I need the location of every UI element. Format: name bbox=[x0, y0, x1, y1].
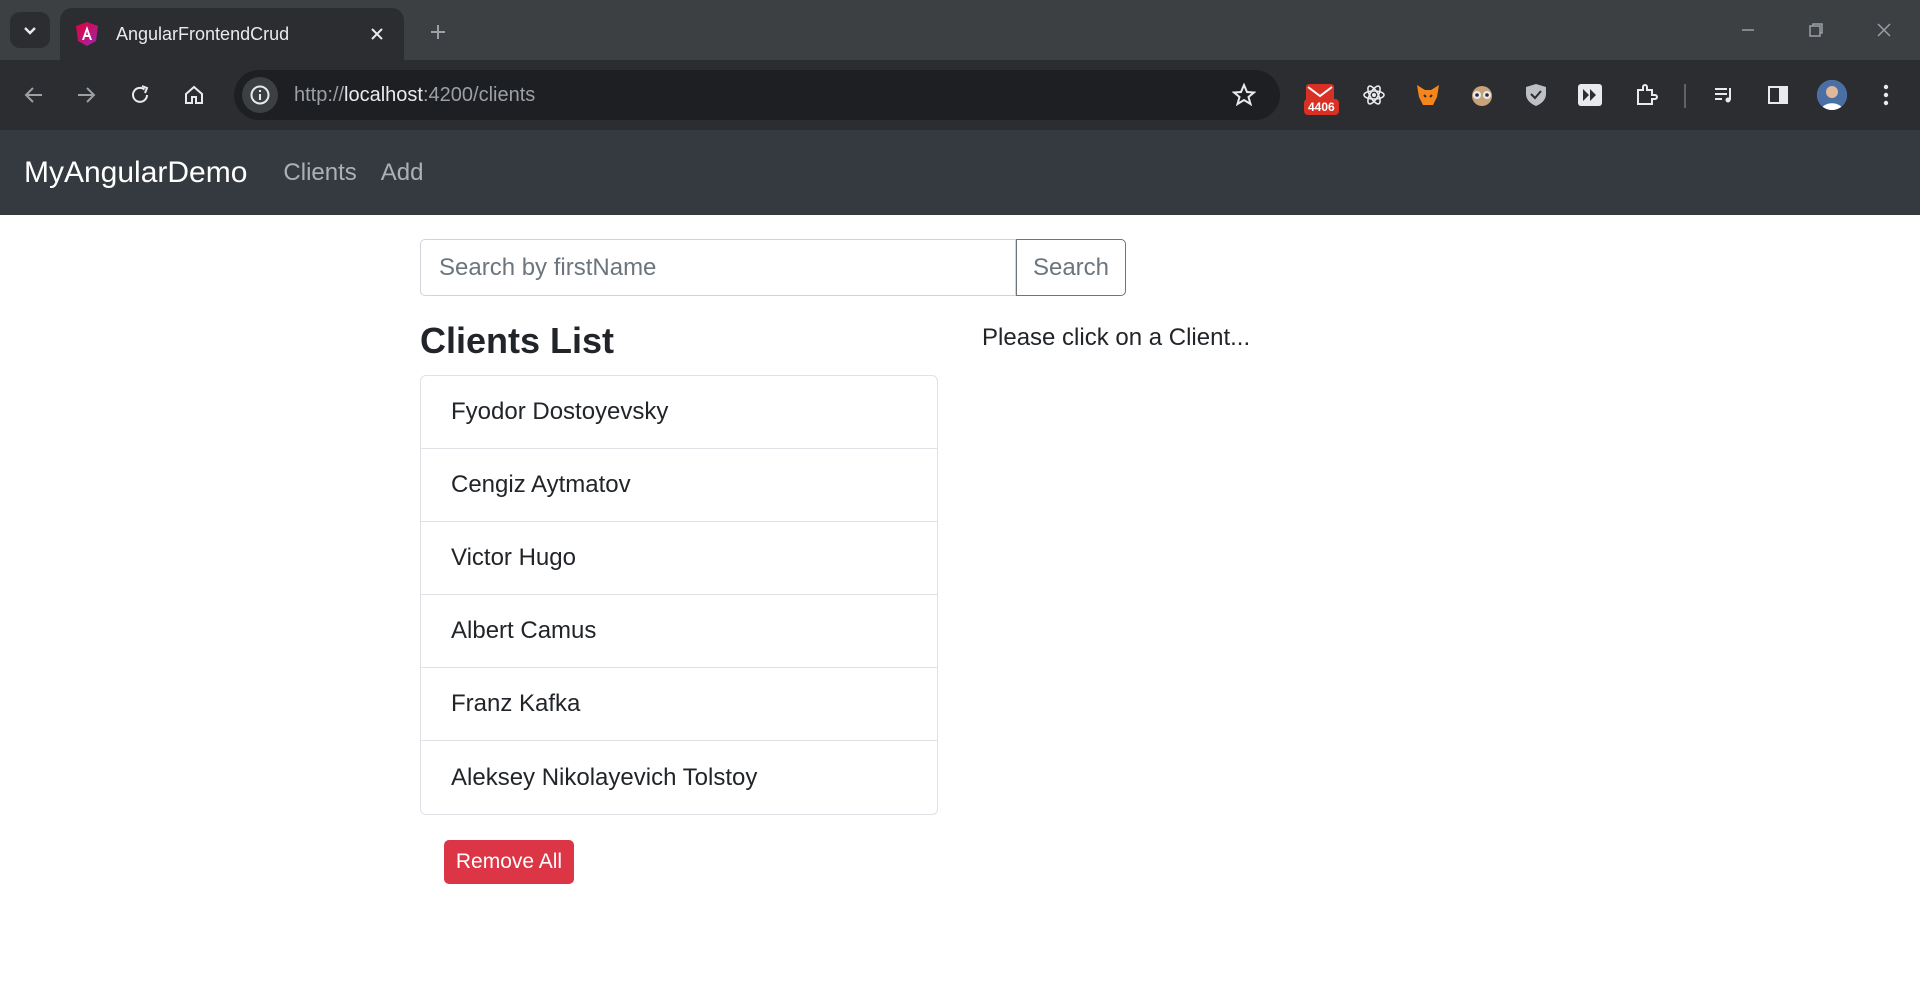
navbar-brand[interactable]: MyAngularDemo bbox=[24, 156, 247, 190]
forward-icon[interactable] bbox=[66, 75, 106, 115]
reload-icon[interactable] bbox=[120, 75, 160, 115]
url-path: :4200/clients bbox=[422, 83, 536, 106]
search-group: Search bbox=[420, 239, 1126, 296]
tab-title: AngularFrontendCrud bbox=[116, 23, 290, 44]
gmail-extension-icon[interactable]: 4406 bbox=[1300, 75, 1340, 115]
clients-list-title: Clients List bbox=[420, 320, 615, 361]
profile-avatar[interactable] bbox=[1817, 80, 1847, 110]
minimize-icon[interactable] bbox=[1728, 10, 1768, 50]
metamask-icon[interactable] bbox=[1408, 75, 1448, 115]
nav-link-add[interactable]: Add bbox=[381, 159, 424, 187]
toolbar-divider bbox=[1684, 84, 1686, 108]
window-close-icon[interactable] bbox=[1864, 10, 1904, 50]
browser-tabstrip: AngularFrontendCrud bbox=[0, 0, 1920, 60]
star-icon[interactable] bbox=[1224, 75, 1264, 115]
reading-list-icon[interactable] bbox=[1704, 75, 1744, 115]
fast-forward-extension-icon[interactable] bbox=[1570, 75, 1610, 115]
url-scheme: http:// bbox=[294, 83, 345, 106]
site-info-icon[interactable] bbox=[242, 77, 278, 113]
menu-icon[interactable] bbox=[1866, 75, 1906, 115]
shield-extension-icon[interactable] bbox=[1516, 75, 1556, 115]
new-tab-icon[interactable] bbox=[422, 16, 454, 48]
restore-icon[interactable] bbox=[1796, 10, 1836, 50]
home-icon[interactable] bbox=[174, 75, 214, 115]
side-panel-icon[interactable] bbox=[1758, 75, 1798, 115]
browser-tab[interactable]: AngularFrontendCrud bbox=[60, 8, 404, 60]
browser-toolbar: http://localhost:4200/clients 4406 bbox=[0, 60, 1920, 130]
list-item[interactable]: Fyodor Dostoyevsky bbox=[421, 376, 937, 449]
list-item[interactable]: Albert Camus bbox=[421, 595, 937, 668]
back-icon[interactable] bbox=[14, 75, 54, 115]
client-list: Fyodor Dostoyevsky Cengiz Aytmatov Victo… bbox=[420, 375, 938, 815]
close-icon[interactable] bbox=[364, 21, 390, 47]
nav-link-clients[interactable]: Clients bbox=[283, 159, 356, 187]
list-item[interactable]: Victor Hugo bbox=[421, 522, 937, 595]
address-bar[interactable]: http://localhost:4200/clients bbox=[234, 70, 1280, 120]
react-devtools-icon[interactable] bbox=[1354, 75, 1394, 115]
url-host: localhost bbox=[344, 83, 423, 106]
extensions-icon[interactable] bbox=[1626, 75, 1666, 115]
url-text[interactable]: http://localhost:4200/clients bbox=[294, 84, 1224, 107]
list-item[interactable]: Franz Kafka bbox=[421, 668, 937, 741]
search-input[interactable] bbox=[420, 239, 1016, 296]
list-item[interactable]: Cengiz Aytmatov bbox=[421, 449, 937, 522]
remove-all-button[interactable]: Remove All bbox=[444, 840, 574, 884]
search-button[interactable]: Search bbox=[1016, 239, 1126, 296]
spy-extension-icon[interactable] bbox=[1462, 75, 1502, 115]
detail-hint: Please click on a Client... bbox=[982, 324, 1251, 351]
list-item[interactable]: Aleksey Nikolayevich Tolstoy bbox=[421, 741, 937, 814]
tab-search-icon[interactable] bbox=[10, 12, 50, 48]
angular-favicon bbox=[74, 21, 100, 47]
app-navbar: MyAngularDemo Clients Add bbox=[0, 130, 1920, 215]
extension-badge: 4406 bbox=[1304, 99, 1339, 115]
